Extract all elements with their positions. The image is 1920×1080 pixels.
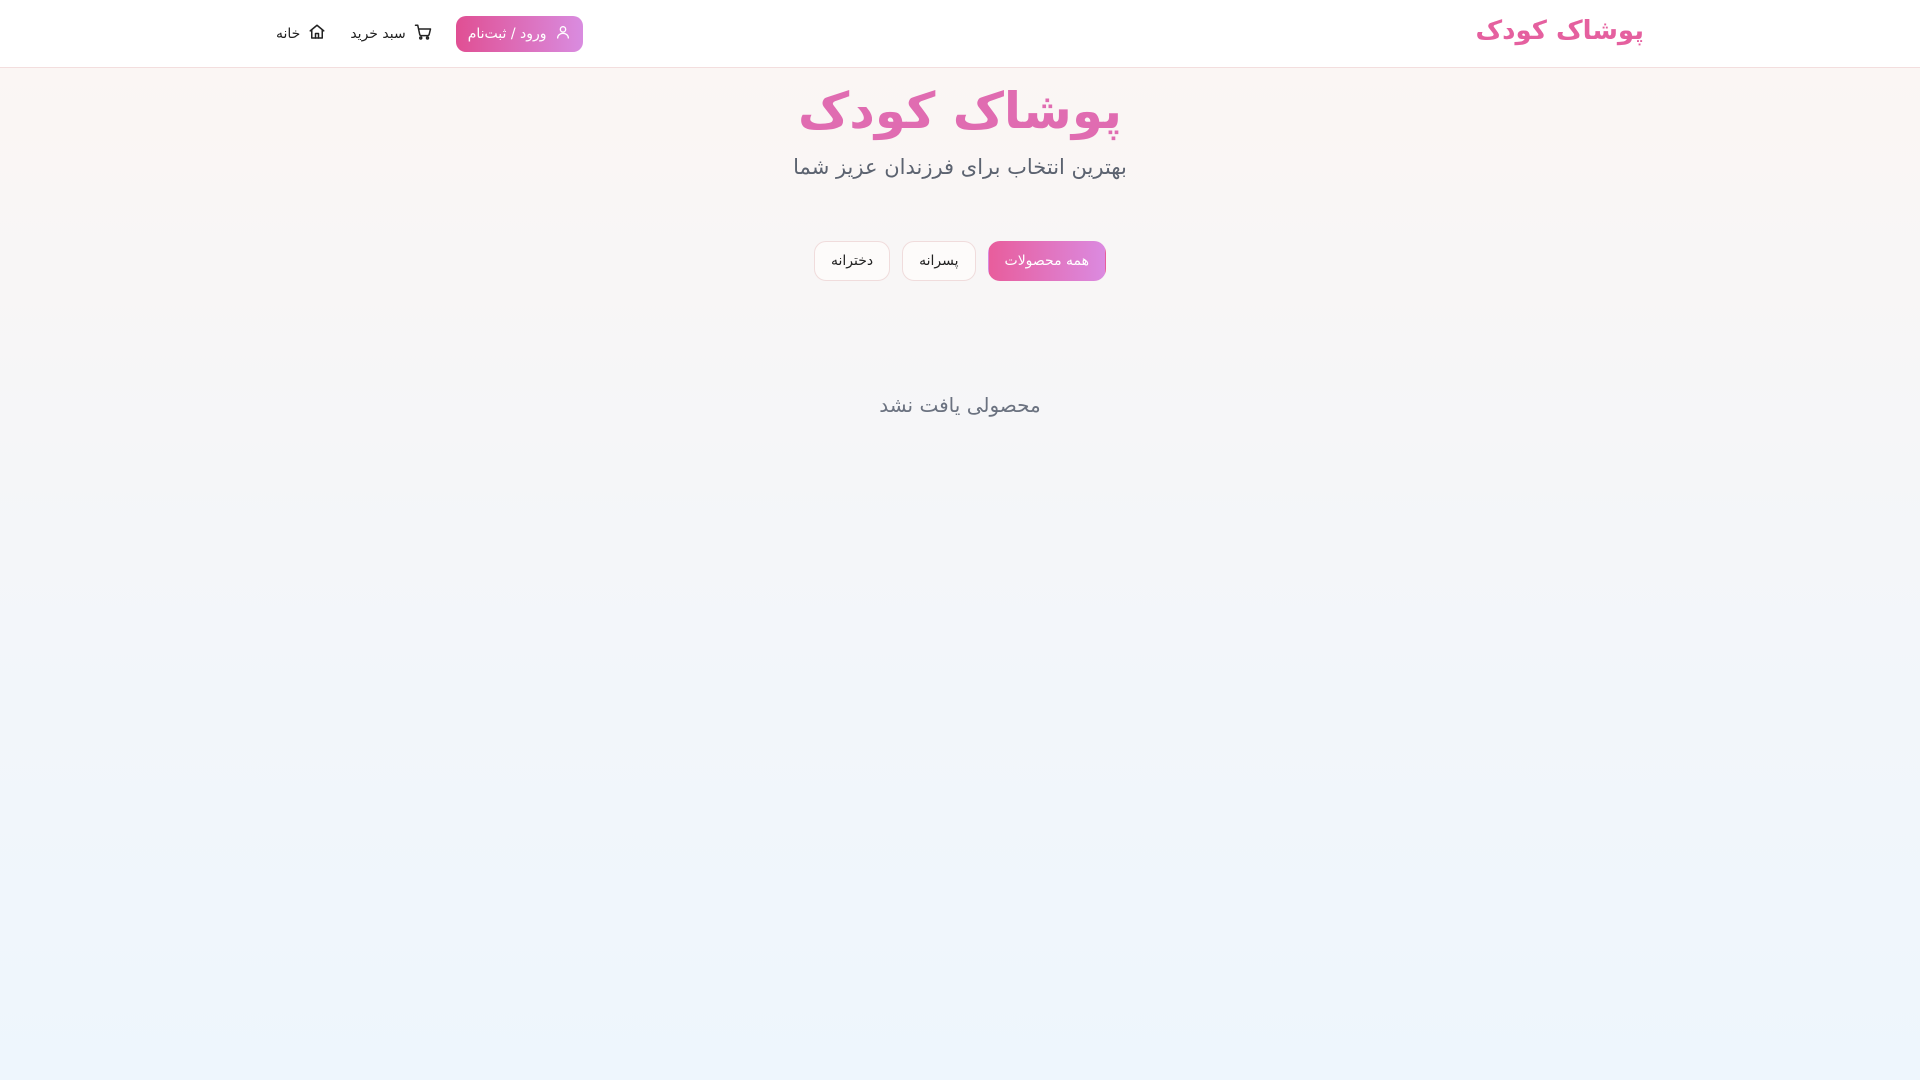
nav-home-link[interactable]: خانه [276,23,326,45]
nav-cart-link[interactable]: سبد خرید [350,23,431,45]
nav-links: خانه سبد خرید ورود / ثبت‌نام [276,16,583,52]
login-register-label: ورود / ثبت‌نام [467,26,547,42]
filter-boys[interactable]: پسرانه [902,241,976,281]
filter-all-products[interactable]: همه محصولات [987,241,1107,281]
filter-girls[interactable]: دخترانه [813,241,891,281]
category-filters: همه محصولات پسرانه دخترانه [0,241,1920,281]
hero-title: پوشاک کودک [798,82,1122,140]
home-icon [308,23,326,45]
navbar: پوشاک کودک خانه سبد خرید [0,0,1920,68]
nav-cart-label: سبد خرید [350,26,406,42]
brand-logo[interactable]: پوشاک کودک [1476,16,1644,46]
nav-home-label: خانه [276,26,301,42]
login-register-button[interactable]: ورود / ثبت‌نام [455,16,583,52]
hero-subtitle: بهترین انتخاب برای فرزندان عزیز شما [793,155,1127,179]
empty-products-message: محصولی یافت نشد [879,393,1041,417]
cart-icon [414,23,432,45]
user-icon [555,24,571,44]
